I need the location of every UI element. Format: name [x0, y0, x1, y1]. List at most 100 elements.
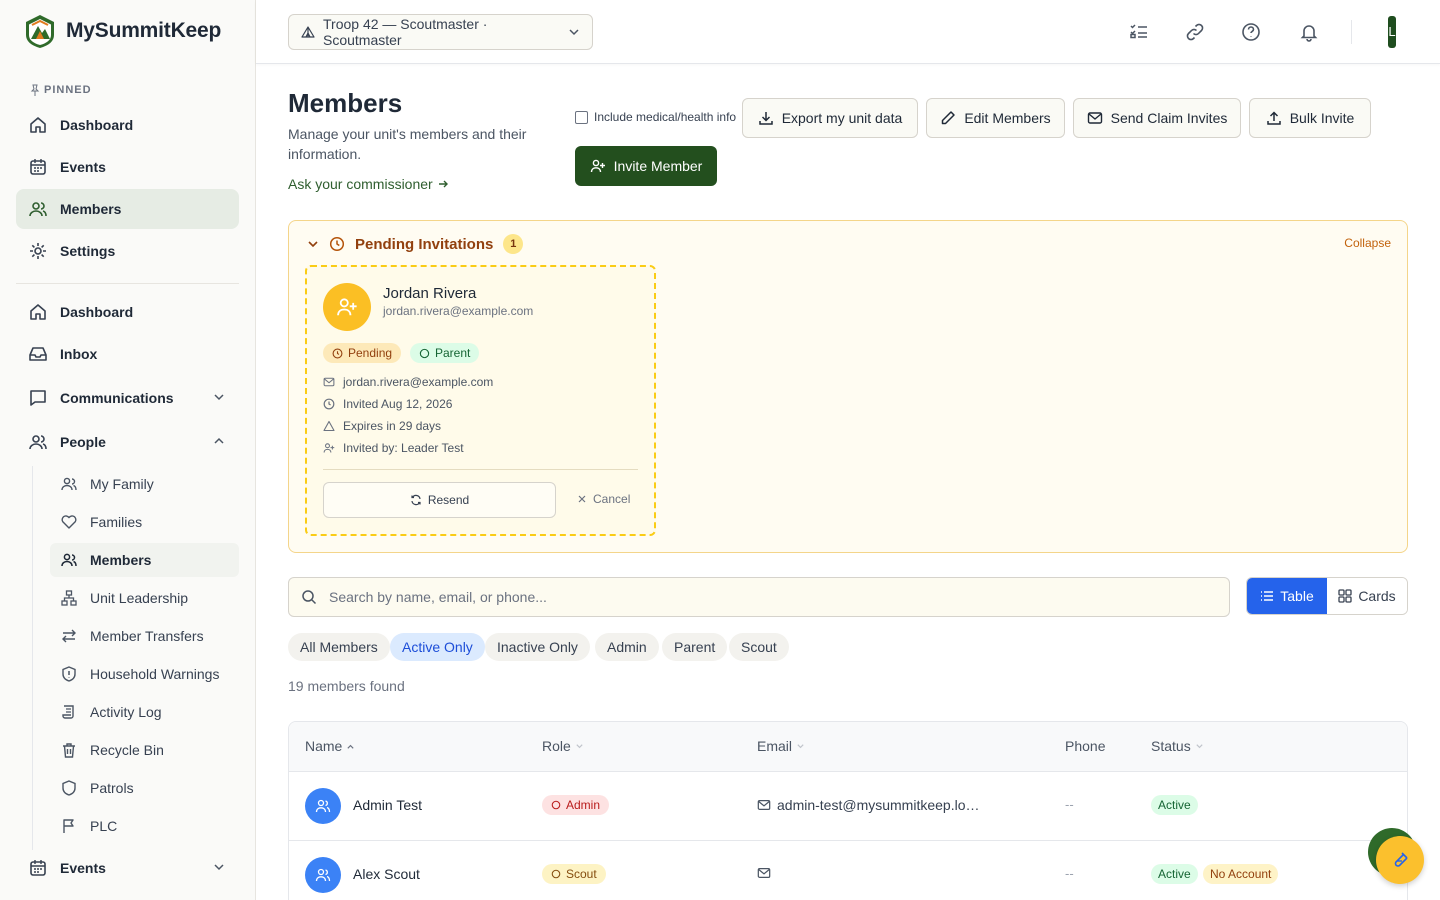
pending-invitations-header[interactable]: Pending Invitations 1 [307, 234, 524, 254]
user-plus-icon [590, 158, 606, 174]
sidebar-item-unit-leadership[interactable]: Unit Leadership [50, 581, 239, 615]
checkbox[interactable] [575, 110, 588, 124]
message-icon [28, 388, 48, 408]
sidebar-item-activity-log[interactable]: Activity Log [50, 695, 239, 729]
search-input[interactable] [329, 589, 1209, 605]
column-header-status[interactable]: Status [1151, 738, 1204, 754]
sidebar-item-patrols[interactable]: Patrols [50, 771, 239, 805]
ask-commissioner-link[interactable]: Ask your commissioner [288, 176, 449, 192]
pending-title: Pending Invitations [355, 235, 494, 253]
role-badge: Parent [410, 343, 480, 363]
unit-selector-label: Troop 42 — Scoutmaster · Scoutmaster [323, 16, 488, 48]
export-unit-data-button[interactable]: Export my unit data [742, 98, 918, 138]
search-icon [301, 589, 317, 605]
filter-parent[interactable]: Parent [662, 633, 728, 661]
chevron-down-icon [213, 391, 225, 403]
sidebar-item-dashboard[interactable]: Dashboard [16, 292, 239, 332]
pinned-events[interactable]: Events [16, 147, 239, 187]
close-icon [577, 494, 587, 504]
pinned-members[interactable]: Members [16, 189, 239, 229]
invitee-email: jordan.rivera@example.com [383, 304, 534, 318]
role-badge: Admin [542, 795, 610, 815]
table-row[interactable]: Alex Scout Scout -- Active No Account [289, 841, 1407, 900]
invite-avatar [323, 283, 371, 331]
brand[interactable]: MySummitKeep [22, 13, 221, 49]
column-header-email[interactable]: Email [757, 738, 805, 754]
home-icon [28, 115, 48, 135]
clock-icon [332, 348, 343, 359]
member-email[interactable] [757, 866, 777, 880]
pencil-icon [940, 110, 956, 126]
invite-member-button[interactable]: Invite Member [575, 146, 717, 186]
pinned-dashboard[interactable]: Dashboard [16, 105, 239, 145]
filter-active-only[interactable]: Active Only [390, 633, 485, 661]
column-header-role[interactable]: Role [542, 738, 584, 754]
member-name[interactable]: Admin Test [353, 797, 422, 813]
users-icon [28, 199, 48, 219]
mountain-logo-icon [22, 13, 58, 49]
list-icon [1260, 589, 1274, 603]
user-family-icon [60, 475, 78, 493]
sidebar-item-household-warnings[interactable]: Household Warnings [50, 657, 239, 691]
invite-detail-expires: Expires in 29 days [323, 419, 441, 433]
collapse-button[interactable]: Collapse [1344, 236, 1391, 250]
chevron-down-icon [213, 861, 225, 873]
sidebar-item-member-transfers[interactable]: Member Transfers [50, 619, 239, 653]
link-icon[interactable] [1183, 20, 1207, 44]
cards-view-button[interactable]: Cards [1327, 578, 1407, 614]
sidebar-item-inbox[interactable]: Inbox [16, 334, 239, 374]
table-header: Name Role Email Phone Status [289, 722, 1407, 772]
send-claim-invites-button[interactable]: Send Claim Invites [1073, 98, 1241, 138]
include-medical-checkbox[interactable]: Include medical/health info [575, 110, 736, 124]
clock-icon [329, 236, 345, 252]
unit-selector[interactable]: Troop 42 — Scoutmaster · Scoutmaster [288, 14, 593, 50]
filter-inactive-only[interactable]: Inactive Only [485, 633, 590, 661]
pinned-settings[interactable]: Settings [16, 231, 239, 271]
subnav-guide-line [32, 466, 33, 850]
sidebar-item-events[interactable]: Events [16, 848, 239, 888]
clock-icon [323, 398, 335, 410]
sort-down-icon [796, 742, 805, 751]
column-header-phone: Phone [1065, 738, 1106, 754]
users-icon [60, 551, 78, 569]
sidebar-item-recycle-bin[interactable]: Recycle Bin [50, 733, 239, 767]
member-avatar [305, 857, 341, 893]
resend-button[interactable]: Resend [323, 482, 556, 518]
sidebar-item-members[interactable]: Members [50, 543, 239, 577]
table-row[interactable]: Admin Test Admin admin-test@mysummitkeep… [289, 772, 1407, 841]
mail-icon [757, 798, 771, 812]
test-tube-button[interactable] [1376, 836, 1424, 884]
trash-icon [60, 741, 78, 759]
chevron-down-icon [568, 26, 580, 38]
nav-label: Members [60, 201, 122, 217]
column-header-name[interactable]: Name [305, 738, 355, 754]
bell-icon[interactable] [1297, 20, 1321, 44]
nav-label: Events [60, 159, 106, 175]
filter-all-members[interactable]: All Members [288, 633, 390, 661]
table-view-button[interactable]: Table [1247, 578, 1327, 614]
sidebar-item-my-family[interactable]: My Family [50, 467, 239, 501]
top-bar: Troop 42 — Scoutmaster · Scoutmaster L [256, 0, 1440, 64]
checklist-icon[interactable] [1127, 20, 1151, 44]
page-title: Members [288, 88, 403, 118]
sidebar-item-families[interactable]: Families [50, 505, 239, 539]
mail-icon [323, 376, 335, 388]
sidebar-item-people[interactable]: People [16, 422, 239, 462]
filter-admin[interactable]: Admin [595, 633, 659, 661]
sidebar-item-communications[interactable]: Communications [16, 378, 239, 418]
home-icon [28, 302, 48, 322]
sidebar-item-plc[interactable]: PLC [50, 809, 239, 843]
bulk-invite-button[interactable]: Bulk Invite [1249, 98, 1371, 138]
member-name[interactable]: Alex Scout [353, 866, 420, 882]
help-icon[interactable] [1239, 20, 1263, 44]
nav-label: Dashboard [60, 117, 134, 133]
filter-scout[interactable]: Scout [729, 633, 789, 661]
member-email[interactable]: admin-test@mysummitkeep.lo… [757, 797, 980, 813]
sort-up-icon [346, 742, 355, 751]
no-account-badge: No Account [1203, 864, 1279, 884]
checkbox-label: Include medical/health info [594, 110, 737, 124]
edit-members-button[interactable]: Edit Members [926, 98, 1065, 138]
member-phone: -- [1065, 797, 1074, 812]
cancel-invite-button[interactable]: Cancel [577, 492, 630, 506]
user-avatar[interactable]: L [1388, 16, 1396, 48]
